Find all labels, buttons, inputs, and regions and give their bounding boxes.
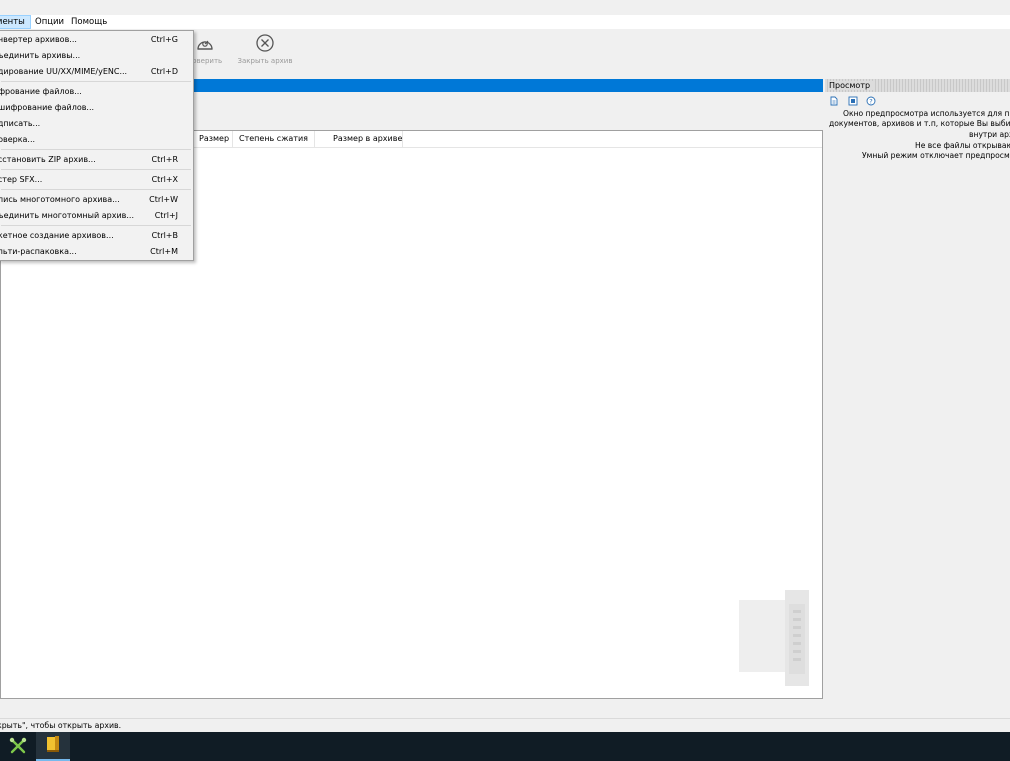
column-compression-ratio[interactable]: Степень сжатия bbox=[233, 131, 315, 148]
menu-item-label: акетное создание архивов... bbox=[0, 231, 114, 240]
menu-item-sign[interactable]: одписать... bbox=[0, 116, 193, 131]
menu-help[interactable]: Помощь bbox=[68, 15, 110, 29]
preview-title: Просмотр bbox=[829, 81, 875, 90]
menu-separator bbox=[1, 149, 191, 150]
menu-item-label: бъединить многотомный архив... bbox=[0, 211, 134, 220]
menu-options[interactable]: Опции bbox=[32, 15, 67, 29]
tools-dropdown-menu: онвертер архивов... Ctrl+G бъединить арх… bbox=[0, 30, 194, 261]
menu-item-label: одирование UU/XX/MIME/yENC... bbox=[0, 67, 128, 76]
menu-item-verify[interactable]: роверка... bbox=[0, 132, 193, 147]
smart-mode-icon[interactable] bbox=[848, 96, 858, 106]
menu-item-label: осстановить ZIP архив... bbox=[0, 155, 96, 164]
close-archive-button[interactable]: Закрыть архив bbox=[234, 33, 296, 65]
menu-item-write-multivolume[interactable]: апись многотомного архива... Ctrl+W bbox=[0, 192, 193, 207]
taskbar bbox=[0, 732, 1010, 761]
menu-separator bbox=[1, 225, 191, 226]
menu-item-label: апись многотомного архива... bbox=[0, 195, 120, 204]
preview-panel: Просмотр ? Окно предпросмотра использует… bbox=[825, 79, 1010, 699]
menu-item-label: астер SFX... bbox=[0, 175, 43, 184]
menu-item-archive-converter[interactable]: онвертер архивов... Ctrl+G bbox=[0, 32, 193, 47]
close-archive-label: Закрыть архив bbox=[237, 57, 293, 65]
preview-toolbar: ? bbox=[829, 96, 882, 106]
menu-item-label: бъединить архивы... bbox=[0, 51, 81, 60]
menu-item-shortcut: Ctrl+B bbox=[151, 231, 178, 240]
menu-item-shortcut: Ctrl+G bbox=[150, 35, 178, 44]
test-archive-icon bbox=[197, 40, 213, 50]
preview-line: Окно предпросмотра используется для пр bbox=[843, 109, 1010, 118]
archiver-watermark-icon bbox=[739, 590, 809, 686]
tools-app-icon bbox=[9, 737, 27, 754]
preview-line: документов, архивов и т.п, которые Вы вы… bbox=[829, 119, 1010, 128]
menu-item-decrypt-files[interactable]: ешифрование файлов... bbox=[0, 100, 193, 115]
menu-item-shortcut: Ctrl+X bbox=[151, 175, 178, 184]
status-bar: крыть", чтобы открыть архив. bbox=[0, 718, 1010, 732]
menu-item-batch-create[interactable]: акетное создание архивов... Ctrl+B bbox=[0, 228, 193, 243]
menu-item-label: ульти-распаковка... bbox=[0, 247, 77, 256]
menu-item-shortcut: Ctrl+W bbox=[149, 195, 178, 204]
taskbar-app-archiver[interactable] bbox=[36, 732, 70, 761]
help-icon[interactable]: ? bbox=[866, 96, 876, 106]
document-icon[interactable] bbox=[829, 96, 839, 106]
menu-item-shortcut: Ctrl+R bbox=[151, 155, 179, 164]
status-text: крыть", чтобы открыть архив. bbox=[0, 721, 122, 730]
menu-item-label: роверка... bbox=[0, 135, 36, 144]
menu-separator bbox=[1, 189, 191, 190]
menu-item-label: ифрование файлов... bbox=[0, 87, 82, 96]
menu-tools[interactable]: ументы bbox=[0, 15, 31, 29]
taskbar-app-green[interactable] bbox=[2, 732, 36, 761]
preview-line: Умный режим отключает предпросмо bbox=[862, 151, 1010, 160]
menu-item-join-multivolume[interactable]: бъединить многотомный архив... Ctrl+J bbox=[0, 208, 193, 223]
menu-item-combine-archives[interactable]: бъединить архивы... bbox=[0, 48, 193, 63]
menu-item-sfx-wizard[interactable]: астер SFX... Ctrl+X bbox=[0, 172, 193, 187]
column-packed-size[interactable]: Размер в архиве bbox=[315, 131, 403, 148]
column-size[interactable]: Размер bbox=[193, 131, 233, 148]
menu-item-encrypt-files[interactable]: ифрование файлов... bbox=[0, 84, 193, 99]
preview-line: Не все файлы открываю bbox=[915, 141, 1010, 150]
archiver-app-icon bbox=[47, 736, 59, 752]
menu-item-label: ешифрование файлов... bbox=[0, 103, 95, 112]
menu-bar: ументы Опции Помощь bbox=[0, 15, 1010, 29]
menu-separator bbox=[1, 81, 191, 82]
svg-text:?: ? bbox=[869, 97, 872, 105]
menu-item-label: онвертер архивов... bbox=[0, 35, 77, 44]
menu-item-multi-extract[interactable]: ульти-распаковка... Ctrl+M bbox=[0, 244, 193, 259]
menu-item-shortcut: Ctrl+M bbox=[150, 247, 178, 256]
menu-item-shortcut: Ctrl+J bbox=[154, 211, 178, 220]
menu-separator bbox=[1, 169, 191, 170]
menu-item-repair-zip[interactable]: осстановить ZIP архив... Ctrl+R bbox=[0, 152, 193, 167]
menu-item-shortcut: Ctrl+D bbox=[150, 67, 178, 76]
menu-item-encoding[interactable]: одирование UU/XX/MIME/yENC... Ctrl+D bbox=[0, 64, 193, 79]
close-archive-icon bbox=[256, 34, 274, 52]
preview-line: внутри арх bbox=[969, 130, 1010, 139]
preview-title-bar: Просмотр bbox=[825, 79, 1010, 92]
menu-item-label: одписать... bbox=[0, 119, 41, 128]
